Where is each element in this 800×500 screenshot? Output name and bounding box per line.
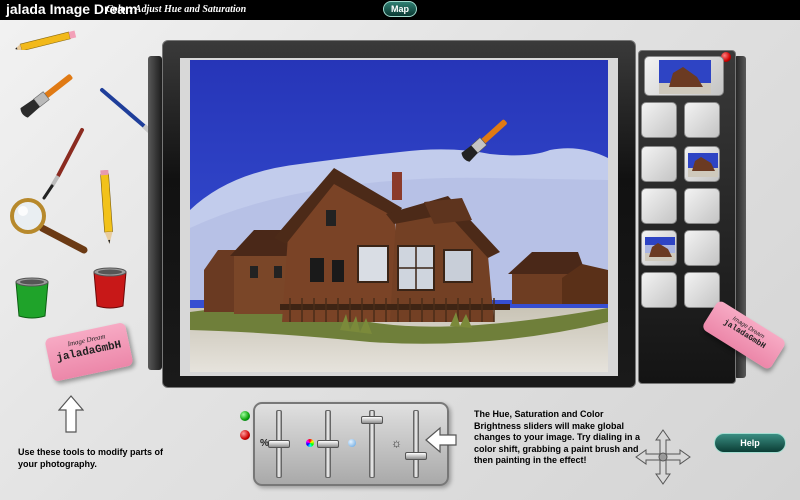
thumbnail-slot-empty[interactable] — [641, 146, 677, 182]
monitor-left-handle — [148, 56, 162, 370]
color-brightness-slider-knob[interactable] — [361, 416, 383, 424]
hue-wheel-icon — [306, 439, 314, 447]
thumbnail-slot-empty[interactable] — [641, 102, 677, 138]
house-photo — [190, 60, 608, 372]
pointer-arrow-icon — [425, 426, 457, 454]
up-arrow-icon — [58, 395, 84, 433]
thumbnail-slot-empty[interactable] — [684, 230, 720, 266]
move-arrows-icon[interactable] — [634, 428, 692, 486]
thumbnail-slot-empty[interactable] — [684, 272, 720, 308]
map-button[interactable]: Map — [383, 1, 417, 17]
saturation-symbol: % — [260, 438, 269, 449]
slider-help-text: The Hue, Saturation and Color Brightness… — [474, 409, 641, 465]
thumbnail-slot-empty[interactable] — [684, 102, 720, 138]
green-bucket-icon[interactable] — [12, 274, 52, 320]
eraser-tool[interactable]: Image Dream jaladaGmbH — [44, 321, 134, 383]
red-bucket-icon[interactable] — [90, 264, 130, 310]
thumbnail-image — [659, 60, 711, 94]
help-button[interactable]: Help — [714, 433, 786, 453]
tools-help-text: Use these tools to modify parts of your … — [18, 447, 164, 469]
thumbnail-slot-selected[interactable] — [644, 56, 724, 96]
apply-indicator-green[interactable] — [240, 411, 250, 421]
saturation-slider-knob[interactable] — [268, 440, 290, 448]
thumbnail-slot-empty[interactable] — [684, 188, 720, 224]
thumbnail-slot-empty[interactable] — [641, 188, 677, 224]
thumbnail-slot-empty[interactable] — [641, 272, 677, 308]
thin-brush-icon[interactable] — [38, 126, 88, 202]
thumbnail-image — [688, 153, 718, 177]
brightness-slider-track — [413, 410, 419, 478]
hue-slider-knob[interactable] — [317, 440, 339, 448]
thumbnail-image — [645, 237, 675, 261]
color-brightness-icon — [348, 439, 356, 447]
paintbrush-icon[interactable] — [14, 70, 80, 120]
pencil-upright-icon[interactable] — [96, 170, 118, 248]
thumbnail-slot-image[interactable] — [684, 146, 720, 182]
reset-indicator-red[interactable] — [240, 430, 250, 440]
pencil-icon[interactable] — [14, 30, 84, 50]
thumbnail-slot-image[interactable] — [641, 230, 677, 266]
module-title: Color: Adjust Hue and Saturation — [106, 4, 247, 15]
magnifier-icon[interactable] — [8, 198, 90, 260]
brightness-sun-icon: ☼ — [391, 436, 402, 450]
photo-canvas[interactable] — [190, 60, 608, 372]
